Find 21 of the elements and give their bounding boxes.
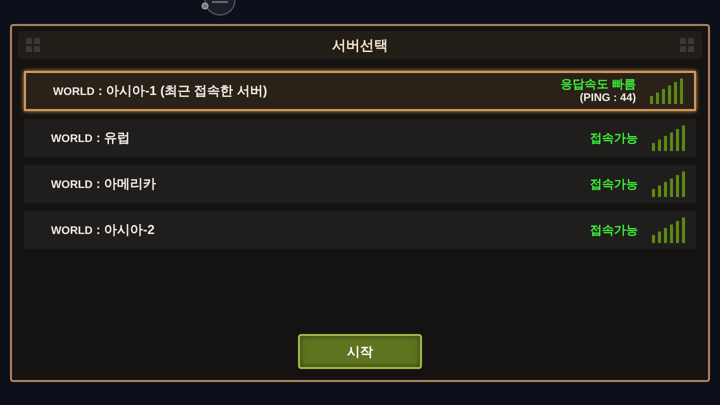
server-status: 접속가능 [590, 177, 638, 191]
server-row[interactable]: WORLD : 아시아-2 접속가능 [24, 211, 696, 249]
rivets-icon [680, 38, 694, 52]
server-status: 접속가능 [590, 131, 638, 145]
server-row[interactable]: WORLD : 아메리카 접속가능 [24, 165, 696, 203]
server-name: WORLD : 아시아-2 [51, 221, 155, 240]
server-name: WORLD : 유럽 [51, 129, 130, 148]
server-row[interactable]: WORLD : 유럽 접속가능 [24, 119, 696, 157]
signal-icon [652, 171, 686, 197]
start-button[interactable]: 시작 [298, 334, 422, 369]
signal-icon [652, 217, 686, 243]
signal-icon [652, 125, 686, 151]
server-name: WORLD : 아시아-1 (최근 접속한 서버) [53, 82, 268, 100]
ping-text: (PING : 44) [580, 91, 636, 105]
server-status: 응답속도 빠름 [560, 77, 636, 91]
server-status: 접속가능 [590, 223, 638, 237]
rivets-icon [26, 38, 40, 52]
server-row[interactable]: WORLD : 아시아-1 (최근 접속한 서버) 응답속도 빠름 (PING : 44) [24, 71, 696, 111]
dialog-title: 서버선택 [332, 36, 388, 54]
server-name: WORLD : 아메리카 [51, 175, 156, 194]
signal-icon [650, 78, 684, 104]
